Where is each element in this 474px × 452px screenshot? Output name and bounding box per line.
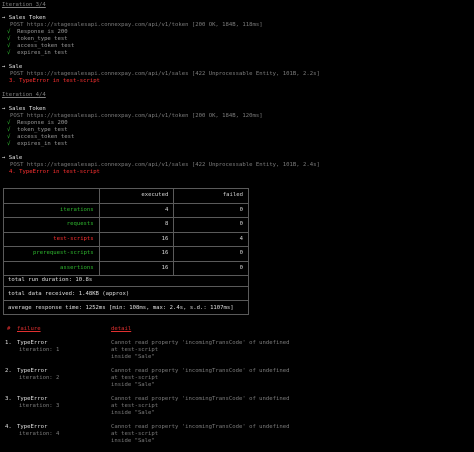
check-icon: √: [7, 141, 11, 147]
summary-label: iterations: [3, 202, 100, 218]
check-icon: √: [7, 43, 11, 49]
failure-num: 2.: [5, 368, 12, 374]
assertion-row: √ expires_in test: [7, 50, 68, 56]
summary-label: requests: [3, 217, 100, 233]
failure-num: 4.: [5, 424, 12, 430]
failures-col-detail: detail: [111, 326, 132, 332]
failure-detail: at test-script: [111, 375, 159, 381]
assertion-row: √ access_token test: [7, 134, 75, 140]
failure-iteration: iteration: 4: [19, 431, 60, 437]
request-name: → Sale: [2, 64, 23, 70]
check-icon: √: [7, 50, 11, 56]
summary-label: test-scripts: [3, 231, 100, 247]
run-duration: total run duration: 10.8s: [3, 273, 249, 287]
assertion-row: √ Response is 200: [7, 29, 68, 35]
assertion-row: √ token_type test: [7, 36, 68, 42]
failure-detail: inside "Sale": [111, 438, 155, 444]
data-received: total data received: 1.48KB (approx): [3, 287, 249, 301]
assertion-row: √ expires_in test: [7, 141, 68, 147]
assertion-row: √ Response is 200: [7, 120, 68, 126]
summary-table: executed failed iterations 4 0 requests …: [3, 188, 249, 276]
request-line: POST https://stagesalesapi.connexpay.com…: [10, 113, 263, 119]
check-icon: √: [7, 36, 11, 42]
failure-iteration: iteration: 3: [19, 403, 60, 409]
summary-failed: 4: [173, 231, 249, 247]
col-executed: executed: [98, 188, 175, 204]
failure-detail: inside "Sale": [111, 354, 155, 360]
failure-num: 3.: [5, 396, 12, 402]
summary-executed: 16: [98, 231, 175, 247]
summary-executed: 16: [98, 246, 175, 262]
request-name: → Sale: [2, 155, 23, 161]
summary-corner: [3, 188, 100, 204]
check-icon: √: [7, 29, 11, 35]
iteration-header: Iteration 3/4: [2, 2, 46, 8]
failure-type: TypeError: [17, 340, 48, 346]
failure-detail: Cannot read property 'incomingTransCode'…: [111, 396, 290, 402]
failures-col-failure: failure: [17, 326, 41, 332]
summary-executed: 4: [98, 202, 175, 218]
failure-detail: at test-script: [111, 347, 159, 353]
arrow-icon: →: [2, 15, 6, 21]
request-name: → Sales Token: [2, 106, 46, 112]
request-line: POST https://stagesalesapi.connexpay.com…: [10, 22, 263, 28]
failures-col-num: #: [7, 326, 11, 332]
failure-type: TypeError: [17, 368, 48, 374]
iteration-header: Iteration 4/4: [2, 92, 46, 98]
failure-iteration: iteration: 2: [19, 375, 60, 381]
failure-detail: at test-script: [111, 431, 159, 437]
summary-label: prerequest-scripts: [3, 246, 100, 262]
failure-detail: Cannot read property 'incomingTransCode'…: [111, 340, 290, 346]
summary-failed: 0: [173, 217, 249, 233]
failure-type: TypeError: [17, 396, 48, 402]
failure-num: 1.: [5, 340, 12, 346]
col-failed: failed: [173, 188, 249, 204]
error-line: 3. TypeError in test-script: [9, 78, 100, 84]
failure-detail: inside "Sale": [111, 410, 155, 416]
failure-detail: Cannot read property 'incomingTransCode'…: [111, 368, 290, 374]
assertion-row: √ access_token test: [7, 43, 75, 49]
failure-detail: at test-script: [111, 403, 159, 409]
summary-row: test-scripts 16 4: [3, 231, 249, 247]
summary-failed: 0: [173, 202, 249, 218]
summary-row: requests 8 0: [3, 217, 249, 233]
request-line: POST https://stagesalesapi.connexpay.com…: [10, 71, 320, 77]
summary-row: iterations 4 0: [3, 202, 249, 218]
error-line: 4. TypeError in test-script: [9, 169, 100, 175]
check-icon: √: [7, 127, 11, 133]
average-response: average response time: 1252ms [min: 108m…: [3, 301, 249, 315]
arrow-icon: →: [2, 155, 6, 161]
failure-detail: Cannot read property 'incomingTransCode'…: [111, 424, 290, 430]
check-icon: √: [7, 120, 11, 126]
check-icon: √: [7, 134, 11, 140]
failure-detail: inside "Sale": [111, 382, 155, 388]
arrow-icon: →: [2, 64, 6, 70]
assertion-row: √ token_type test: [7, 127, 68, 133]
summary-failed: 0: [173, 246, 249, 262]
summary-executed: 8: [98, 217, 175, 233]
request-line: POST https://stagesalesapi.connexpay.com…: [10, 162, 320, 168]
summary-header-row: executed failed: [3, 188, 249, 204]
failure-iteration: iteration: 1: [19, 347, 60, 353]
request-name: → Sales Token: [2, 15, 46, 21]
failure-type: TypeError: [17, 424, 48, 430]
arrow-icon: →: [2, 106, 6, 112]
summary-row: prerequest-scripts 16 0: [3, 246, 249, 262]
